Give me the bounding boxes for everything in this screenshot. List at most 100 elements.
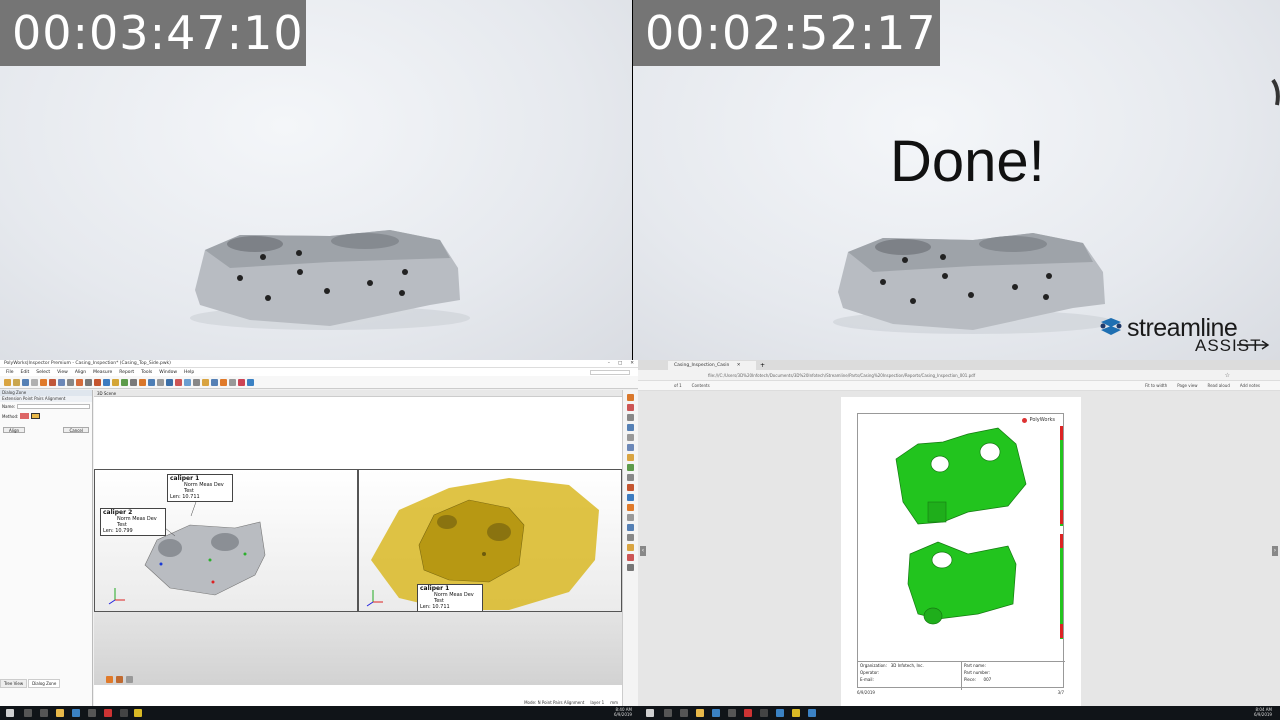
tool-icon[interactable]: [627, 474, 634, 481]
open-icon[interactable]: [13, 378, 20, 386]
prev-page-icon[interactable]: ‹: [640, 546, 646, 556]
tool-icon[interactable]: [184, 378, 191, 386]
browser-tab[interactable]: Casing_Inspection_Casin ✕: [668, 361, 756, 370]
favorite-star-icon[interactable]: ☆: [1225, 372, 1230, 379]
app-icon[interactable]: [728, 709, 736, 717]
menu-help[interactable]: Help: [184, 370, 194, 375]
menu-edit[interactable]: Edit: [21, 370, 30, 375]
method-points-icon[interactable]: [20, 413, 30, 419]
menu-window[interactable]: Window: [159, 370, 177, 375]
app-icon[interactable]: [104, 709, 112, 717]
undo-icon[interactable]: [40, 378, 47, 386]
method-pairs-icon[interactable]: [31, 413, 41, 419]
explorer-icon[interactable]: [696, 709, 704, 717]
tool-icon[interactable]: [627, 524, 634, 531]
menu-report[interactable]: Report: [119, 370, 134, 375]
tool-icon[interactable]: [627, 464, 634, 471]
menu-select[interactable]: Select: [36, 370, 50, 375]
tool-icon[interactable]: [627, 544, 634, 551]
search-icon[interactable]: [664, 709, 672, 717]
tool-icon[interactable]: [238, 378, 245, 386]
scan-view[interactable]: caliper 1 Norm Meas Dev Test Len: 10.711: [358, 469, 622, 612]
fit-to-width-button[interactable]: Fit to width: [1145, 383, 1167, 388]
tab-tree-view[interactable]: Tree View: [0, 679, 28, 688]
maximize-icon[interactable]: □: [618, 361, 622, 366]
task-view-icon[interactable]: [680, 709, 688, 717]
tool-icon[interactable]: [193, 378, 200, 386]
tool-icon[interactable]: [126, 676, 133, 683]
print-icon[interactable]: [31, 378, 38, 386]
contents-button[interactable]: Contents: [692, 383, 710, 388]
tool-icon[interactable]: [627, 514, 634, 521]
tool-icon[interactable]: [202, 378, 209, 386]
tool-icon[interactable]: [157, 378, 164, 386]
page-view-button[interactable]: Page view: [1177, 383, 1197, 388]
reference-view[interactable]: caliper 1 Norm Meas Dev Test Len: 10.711…: [94, 469, 358, 612]
tool-icon[interactable]: [627, 414, 634, 421]
cancel-button[interactable]: Cancel: [63, 427, 89, 433]
app-icon[interactable]: [776, 709, 784, 717]
status-layer[interactable]: layer 1: [590, 700, 604, 705]
tool-icon[interactable]: [175, 378, 182, 386]
menu-view[interactable]: View: [57, 370, 68, 375]
menu-measure[interactable]: Measure: [93, 370, 112, 375]
tool-icon[interactable]: [148, 378, 155, 386]
status-unit[interactable]: mm: [610, 700, 618, 705]
read-aloud-button[interactable]: Read aloud: [1207, 383, 1229, 388]
tool-icon[interactable]: [627, 484, 634, 491]
tool-icon[interactable]: [139, 378, 146, 386]
tool-icon[interactable]: [627, 394, 634, 401]
edge-icon[interactable]: [72, 709, 80, 717]
tool-icon[interactable]: [627, 424, 634, 431]
tool-icon[interactable]: [103, 378, 110, 386]
new-icon[interactable]: [4, 378, 11, 386]
tool-icon[interactable]: [106, 676, 113, 683]
address-bar[interactable]: file:///C:/Users/3D%20Infotech/Documents…: [638, 370, 1280, 381]
menu-file[interactable]: File: [6, 370, 14, 375]
app-icon[interactable]: [744, 709, 752, 717]
add-notes-button[interactable]: Add notes: [1240, 383, 1260, 388]
tool-icon[interactable]: [627, 444, 634, 451]
explorer-icon[interactable]: [56, 709, 64, 717]
tool-icon[interactable]: [627, 494, 634, 501]
minimize-icon[interactable]: –: [608, 361, 610, 366]
tool-icon[interactable]: [85, 378, 92, 386]
tool-icon[interactable]: [94, 378, 101, 386]
redo-icon[interactable]: [49, 378, 56, 386]
tool-icon[interactable]: [58, 378, 65, 386]
next-page-icon[interactable]: ›: [1272, 546, 1278, 556]
caliper-1-callout[interactable]: caliper 1 Norm Meas Dev Test Len: 10.711: [167, 474, 233, 502]
tool-icon[interactable]: [627, 404, 634, 411]
caliper-1-callout[interactable]: caliper 1 Norm Meas Dev Test Len: 10.711: [417, 584, 483, 611]
3d-scene[interactable]: 3D Scene caliper 1 Norm Meas Dev Test Le…: [94, 390, 622, 706]
polyworks-taskbar-icon[interactable]: [134, 709, 142, 717]
app-icon[interactable]: [760, 709, 768, 717]
name-field[interactable]: [17, 404, 90, 409]
task-view-icon[interactable]: [40, 709, 48, 717]
save-icon[interactable]: [22, 378, 29, 386]
tool-icon[interactable]: [121, 378, 128, 386]
app-icon[interactable]: [120, 709, 128, 717]
tool-icon[interactable]: [211, 378, 218, 386]
chart-icon[interactable]: [247, 378, 254, 386]
tool-icon[interactable]: [116, 676, 123, 683]
tool-icon[interactable]: [130, 378, 137, 386]
play-icon[interactable]: [220, 378, 227, 386]
tool-icon[interactable]: [627, 564, 634, 571]
edge-icon[interactable]: [712, 709, 720, 717]
tool-icon[interactable]: [627, 554, 634, 561]
search-input[interactable]: [590, 369, 630, 375]
start-icon[interactable]: [646, 709, 654, 717]
align-button[interactable]: Align: [3, 427, 26, 433]
app-icon[interactable]: [792, 709, 800, 717]
tool-icon[interactable]: [166, 378, 173, 386]
app-icon[interactable]: [808, 709, 816, 717]
tab-dialog-zone[interactable]: Dialog Zone: [28, 679, 61, 688]
menu-tools[interactable]: Tools: [141, 370, 152, 375]
tool-icon[interactable]: [67, 378, 74, 386]
tool-icon[interactable]: [627, 454, 634, 461]
search-icon[interactable]: [24, 709, 32, 717]
pdf-page[interactable]: PolyWorks Organization: 3D Infotech, Inc…: [841, 397, 1081, 706]
tool-icon[interactable]: [627, 434, 634, 441]
close-icon[interactable]: ✕: [630, 361, 634, 366]
